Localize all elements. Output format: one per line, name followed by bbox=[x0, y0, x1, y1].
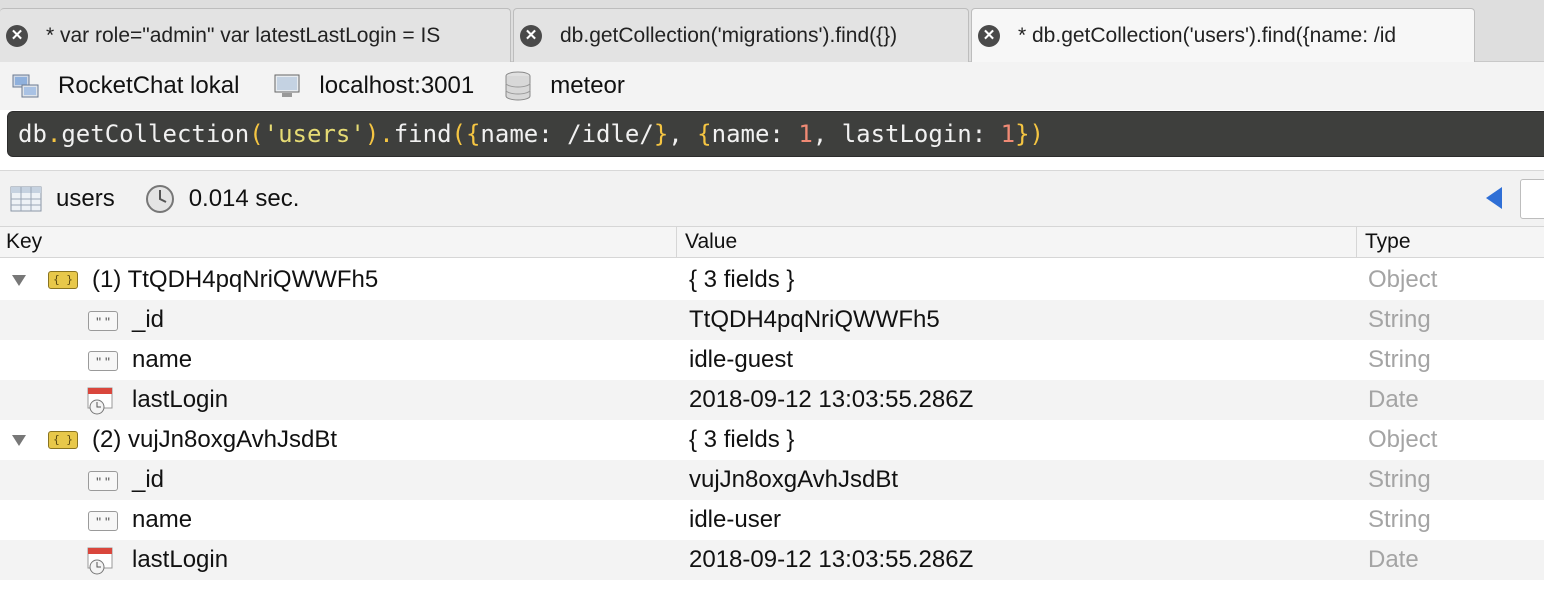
row-type: String bbox=[1368, 306, 1431, 333]
string-quotes-icon: " " bbox=[88, 311, 118, 331]
column-header-type[interactable]: Type bbox=[1357, 227, 1544, 257]
page-prev-icon[interactable] bbox=[1486, 187, 1502, 209]
row-value: { 3 fields } bbox=[689, 266, 795, 293]
query-token: ) bbox=[364, 120, 380, 148]
tab-label: db.getCollection('migrations').find({}) bbox=[560, 23, 898, 47]
query-token: name: bbox=[711, 120, 799, 148]
table-row[interactable]: " " _id TtQDH4pqNriQWWFh5 String bbox=[0, 300, 1544, 340]
query-token: 'users' bbox=[263, 120, 365, 148]
query-token: { bbox=[465, 120, 481, 148]
table-header: Key Value Type bbox=[0, 226, 1544, 258]
row-type: String bbox=[1368, 466, 1431, 493]
row-key: name bbox=[132, 346, 193, 373]
row-value: vujJn8oxgAvhJsdBt bbox=[689, 466, 899, 493]
query-token: find bbox=[393, 120, 452, 148]
table-row[interactable]: lastLogin 2018-09-12 13:03:55.286Z Date bbox=[0, 380, 1544, 420]
row-value: idle-guest bbox=[689, 346, 794, 373]
tab-label: * db.getCollection('users').find({name: … bbox=[1018, 23, 1397, 47]
row-key: (1) TtQDH4pqNriQWWFh5 bbox=[92, 266, 379, 293]
query-token: { bbox=[697, 120, 712, 148]
query-token: ( bbox=[451, 120, 466, 148]
database-icon bbox=[504, 71, 532, 101]
table-row-object[interactable]: { } (1) TtQDH4pqNriQWWFh5 { 3 fields } O… bbox=[0, 260, 1544, 300]
table-grid-icon bbox=[10, 186, 42, 212]
string-quotes-icon: " " bbox=[88, 471, 118, 491]
row-type: String bbox=[1368, 346, 1431, 373]
query-token: . bbox=[379, 120, 394, 148]
query-token: , bbox=[812, 120, 842, 148]
query-token: ) bbox=[1029, 120, 1044, 148]
table-row[interactable]: lastLogin 2018-09-12 13:03:55.286Z Date bbox=[0, 540, 1544, 580]
row-value: 2018-09-12 13:03:55.286Z bbox=[689, 386, 974, 413]
clock-icon bbox=[145, 184, 175, 214]
calendar-clock-icon bbox=[86, 385, 118, 422]
tab-label: * var role="admin" var latestLastLogin =… bbox=[46, 23, 441, 47]
query-token: . bbox=[46, 120, 62, 148]
query-token: 1 bbox=[1000, 120, 1016, 148]
row-value: { 3 fields } bbox=[689, 426, 795, 453]
calendar-clock-icon bbox=[86, 545, 118, 582]
row-value: TtQDH4pqNriQWWFh5 bbox=[689, 306, 940, 333]
connection-name-label: RocketChat lokal bbox=[58, 72, 240, 99]
object-braces-icon: { } bbox=[48, 431, 78, 449]
query-token: getCollection bbox=[61, 120, 250, 148]
table-row[interactable]: " " _id vujJn8oxgAvhJsdBt String bbox=[0, 460, 1544, 500]
result-collection: users bbox=[56, 184, 115, 212]
connection-database-label: meteor bbox=[550, 72, 625, 99]
row-key: lastLogin bbox=[132, 386, 229, 413]
connection-name[interactable]: RocketChat lokal bbox=[0, 72, 239, 100]
string-quotes-icon: " " bbox=[88, 511, 118, 531]
object-braces-icon: { } bbox=[48, 271, 78, 289]
close-icon[interactable]: ✕ bbox=[978, 24, 1000, 47]
page-size-input[interactable] bbox=[1520, 179, 1544, 219]
connection-host-label: localhost:3001 bbox=[319, 72, 475, 99]
query-token: } bbox=[1015, 120, 1030, 148]
tab-query-2[interactable]: ✕ db.getCollection('migrations').find({}… bbox=[513, 8, 969, 62]
row-key: _id bbox=[132, 466, 165, 493]
table-row-object[interactable]: { } (2) vujJn8oxgAvhJsdBt { 3 fields } O… bbox=[0, 420, 1544, 460]
computer-icon bbox=[273, 73, 301, 99]
table-row[interactable]: " " name idle-user String bbox=[0, 500, 1544, 540]
server-icon bbox=[12, 73, 40, 99]
row-type: Object bbox=[1368, 426, 1438, 453]
row-type: Date bbox=[1368, 546, 1419, 573]
connection-database[interactable]: meteor bbox=[504, 71, 625, 101]
tab-query-1[interactable]: ✕ * var role="admin" var latestLastLogin… bbox=[0, 8, 511, 62]
row-type: Date bbox=[1368, 386, 1419, 413]
row-key: (2) vujJn8oxgAvhJsdBt bbox=[92, 426, 338, 453]
table-row[interactable]: " " name idle-guest String bbox=[0, 340, 1544, 380]
query-token: , bbox=[668, 120, 698, 148]
result-bar: users 0.014 sec. bbox=[0, 170, 1544, 226]
tab-query-3-active[interactable]: ✕ * db.getCollection('users').find({name… bbox=[971, 8, 1475, 62]
row-type: Object bbox=[1368, 266, 1438, 293]
query-token: lastLogin: bbox=[841, 120, 1001, 148]
expand-triangle-icon[interactable] bbox=[12, 435, 26, 446]
column-header-value[interactable]: Value bbox=[677, 227, 1357, 257]
string-quotes-icon: " " bbox=[88, 351, 118, 371]
query-editor[interactable]: db. getCollection('users'). find({name: /i… bbox=[7, 111, 1544, 157]
query-token: name: /idle/ bbox=[480, 120, 654, 148]
close-icon[interactable]: ✕ bbox=[6, 24, 28, 47]
connection-bar: RocketChat lokal localhost:3001 meteor bbox=[0, 62, 1544, 110]
query-token: db bbox=[18, 120, 47, 148]
row-value: 2018-09-12 13:03:55.286Z bbox=[689, 546, 974, 573]
close-icon[interactable]: ✕ bbox=[520, 24, 542, 47]
column-header-key[interactable]: Key bbox=[0, 227, 677, 257]
query-token: 1 bbox=[798, 120, 813, 148]
expand-triangle-icon[interactable] bbox=[12, 275, 26, 286]
query-token: } bbox=[653, 120, 669, 148]
row-key: name bbox=[132, 506, 193, 533]
row-value: idle-user bbox=[689, 506, 782, 533]
tab-bar: ✕ * var role="admin" var latestLastLogin… bbox=[0, 0, 1544, 62]
query-token: ( bbox=[249, 120, 264, 148]
result-time: 0.014 sec. bbox=[188, 184, 300, 212]
row-key: _id bbox=[132, 306, 165, 333]
row-key: lastLogin bbox=[132, 546, 229, 573]
row-type: String bbox=[1368, 506, 1431, 533]
connection-host[interactable]: localhost:3001 bbox=[269, 72, 474, 100]
